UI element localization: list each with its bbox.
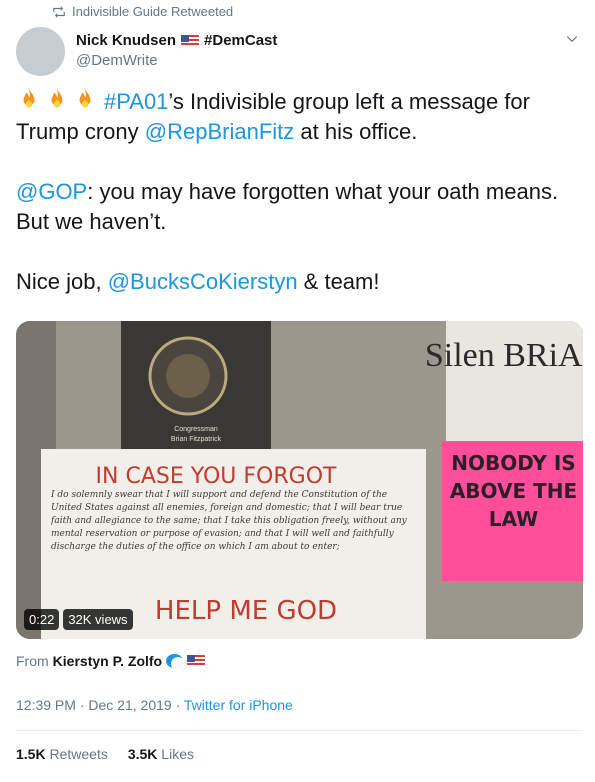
video-duration: 0:22 [24, 609, 60, 630]
wave-icon [166, 654, 184, 668]
tweet-line3-end: & team! [297, 269, 380, 294]
sign-footer: HELP ME GOD [155, 596, 337, 626]
meta-separator: · [175, 697, 181, 713]
mention-link[interactable]: @GOP [16, 179, 87, 204]
fire-icon [51, 88, 63, 108]
tweet-time[interactable]: 12:39 PM [16, 697, 76, 713]
retweets-stat[interactable]: 1.5K Retweets [16, 746, 108, 762]
author-handle[interactable]: @DemWrite [76, 52, 277, 69]
video-views: 32K views [63, 609, 133, 630]
fire-icon [79, 88, 91, 108]
video-frame: Congressman Brian Fitzpatrick Silen BRiA… [16, 321, 583, 639]
sign-heading: IN CASE YOU FORGOT [96, 464, 337, 489]
plaque-line1: Congressman [174, 426, 218, 433]
likes-label: Likes [161, 746, 194, 762]
retweets-label: Retweets [49, 746, 108, 762]
top-right-sign-text: Silen BRiAN [425, 337, 583, 374]
video-player[interactable]: Congressman Brian Fitzpatrick Silen BRiA… [16, 321, 583, 639]
video-badge: 0:22 32K views [24, 609, 133, 630]
retweet-header: Indivisible Guide Retweeted [52, 4, 233, 19]
author-hashtag[interactable]: #DemCast [204, 32, 277, 49]
us-flag-icon [187, 655, 206, 667]
tweet-client[interactable]: Twitter for iPhone [184, 697, 293, 713]
chevron-down-icon[interactable] [565, 32, 579, 46]
retweet-icon [53, 5, 65, 18]
avatar[interactable] [16, 27, 65, 76]
tweet-date[interactable]: Dec 21, 2019 [88, 697, 171, 713]
fire-icon [23, 88, 35, 108]
tweet-line3-text: Nice job, [16, 269, 108, 294]
fire-emoji-group [16, 86, 98, 112]
tweet-text: #PA01’s Indivisible group left a message… [16, 86, 581, 327]
pink-sign-text: NOBODY IS ABOVE THE LAW [449, 451, 578, 531]
tweet-line2-text: : you may have forgotten what your oath … [16, 179, 559, 234]
author-block: Nick Knudsen #DemCast @DemWrite [76, 32, 277, 69]
likes-count: 3.5K [127, 746, 158, 762]
author-name[interactable]: Nick Knudsen [76, 32, 176, 49]
video-source: From Kierstyn P. Zolfo [16, 653, 206, 669]
tweet-line1-end: at his office. [294, 119, 418, 144]
oath-text: I do solemnly swear that I will support … [51, 490, 407, 552]
retweets-count: 1.5K [16, 746, 46, 762]
source-prefix: From [16, 653, 49, 669]
tweet-meta: 12:39 PM · Dec 21, 2019 · Twitter for iP… [16, 697, 293, 713]
mention-link[interactable]: @RepBrianFitz [145, 119, 295, 144]
tweet-stats: 1.5K Retweets 3.5K Likes [16, 746, 194, 762]
divider [16, 730, 583, 731]
us-flag-icon [181, 34, 200, 47]
plaque-line2: Brian Fitzpatrick [171, 436, 222, 443]
mention-link[interactable]: @BucksCoKierstyn [108, 269, 298, 294]
likes-stat[interactable]: 3.5K Likes [128, 746, 194, 762]
source-name[interactable]: Kierstyn P. Zolfo [53, 653, 162, 669]
hashtag-link[interactable]: #PA01 [104, 89, 168, 114]
retweet-header-text: Indivisible Guide Retweeted [72, 4, 234, 19]
meta-separator: · [79, 697, 85, 713]
